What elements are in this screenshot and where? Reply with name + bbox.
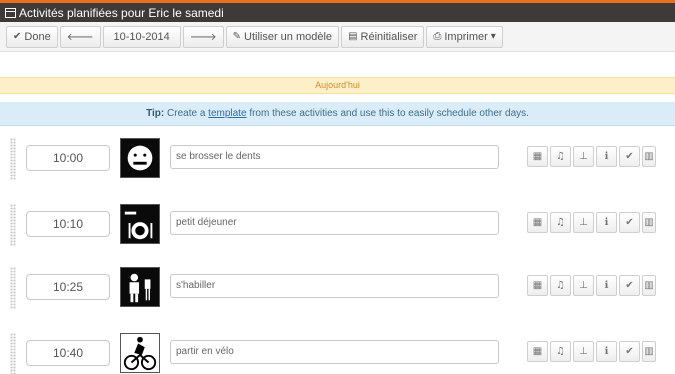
toolbar: ✔ Done 🡐 10-10-2014 🡒 ✎ Utiliser un modè… (0, 22, 675, 52)
reset-icon: ▤ (348, 31, 358, 42)
template-link[interactable]: template (208, 108, 246, 119)
drag-handle[interactable] (10, 333, 16, 374)
sitemap-icon[interactable]: ⊥ (573, 275, 594, 296)
bell-icon[interactable]: ♫ (550, 341, 571, 362)
bell-icon[interactable]: ♫ (550, 275, 571, 296)
check-icon[interactable]: ✔ (619, 275, 640, 296)
activity-input[interactable]: petit déjeuner (170, 211, 499, 235)
check-icon[interactable]: ✔ (619, 146, 640, 167)
bell-icon[interactable]: ♫ (550, 146, 571, 167)
time-field[interactable]: 10:10 (26, 211, 110, 237)
today-banner: Aujourd'hui (0, 77, 675, 94)
reset-label: Réinitialiser (360, 30, 418, 43)
row-actions: ▦ ♫ ⊥ ℹ ✔ ▥ (527, 212, 656, 233)
tip-text-after: from these activities and use this to ea… (249, 108, 529, 119)
time-field[interactable]: 10:25 (26, 274, 110, 300)
activity-row: 10:00 se brosser le dents ▦ ♫ ⊥ ℹ ✔ ▥ (0, 135, 675, 185)
tip-text-before: Create a (167, 108, 206, 119)
window-titlebar: Activités planifiées pour Eric le samedi (0, 3, 675, 22)
activity-input[interactable]: se brosser le dents (170, 145, 499, 169)
date-value: 10-10-2014 (113, 30, 170, 43)
arrow-right-icon: 🡒 (189, 31, 217, 43)
drag-handle[interactable] (10, 267, 16, 309)
tip-heading: Tip: (146, 108, 165, 119)
activity-row: 10:25 s'habiller ▦ ♫ ⊥ ℹ ✔ ▥ (0, 264, 675, 314)
trash-icon[interactable]: ▥ (642, 146, 656, 167)
trash-icon[interactable]: ▥ (642, 275, 656, 296)
row-actions: ▦ ♫ ⊥ ℹ ✔ ▥ (527, 275, 656, 296)
window-title: Activités planifiées pour Eric le samedi (19, 5, 224, 20)
row-actions: ▦ ♫ ⊥ ℹ ✔ ▥ (527, 341, 656, 362)
activity-row: 10:10 petit déjeuner ▦ ♫ ⊥ ℹ ✔ ▥ (0, 201, 675, 251)
calendar-icon[interactable]: ▦ (527, 275, 548, 296)
dressing-icon[interactable] (120, 267, 160, 307)
magic-wand-icon: ✎ (232, 31, 242, 42)
sitemap-icon[interactable]: ⊥ (573, 341, 594, 362)
info-icon[interactable]: ℹ (596, 275, 617, 296)
print-button[interactable]: ⎙ Imprimer ▾ (426, 25, 503, 48)
trash-icon[interactable]: ▥ (642, 212, 656, 233)
print-label: Imprimer (444, 30, 488, 43)
check-icon[interactable]: ✔ (619, 212, 640, 233)
info-icon[interactable]: ℹ (596, 341, 617, 362)
breakfast-icon[interactable] (120, 204, 160, 244)
calendar-icon[interactable]: ▦ (527, 146, 548, 167)
activity-input[interactable]: s'habiller (170, 274, 499, 298)
arrow-left-icon: 🡐 (66, 31, 94, 43)
time-field[interactable]: 10:40 (26, 340, 110, 366)
sitemap-icon[interactable]: ⊥ (573, 146, 594, 167)
time-field[interactable]: 10:00 (26, 145, 110, 171)
done-button[interactable]: ✔ Done (6, 25, 58, 48)
activity-row: 10:40 partir en vélo ▦ ♫ ⊥ ℹ ✔ ▥ (0, 330, 675, 374)
drag-handle[interactable] (10, 138, 16, 180)
row-actions: ▦ ♫ ⊥ ℹ ✔ ▥ (527, 146, 656, 167)
sitemap-icon[interactable]: ⊥ (573, 212, 594, 233)
calendar-icon[interactable]: ▦ (527, 341, 548, 362)
caret-down-icon: ▾ (490, 31, 496, 42)
bell-icon[interactable]: ♫ (550, 212, 571, 233)
calendar-icon[interactable]: ▦ (527, 212, 548, 233)
check-icon: ✔ (13, 31, 22, 42)
next-day-button[interactable]: 🡒 (182, 25, 224, 48)
bicycle-icon[interactable] (120, 333, 160, 373)
use-template-label: Utiliser un modèle (244, 30, 333, 43)
reset-button[interactable]: ▤ Réinitialiser (341, 25, 425, 48)
brushing-teeth-icon[interactable] (120, 138, 160, 178)
tip-banner: Tip: Create a template from these activi… (0, 102, 675, 126)
info-icon[interactable]: ℹ (596, 146, 617, 167)
use-template-button[interactable]: ✎ Utiliser un modèle (225, 25, 340, 48)
print-icon: ⎙ (433, 31, 442, 42)
info-icon[interactable]: ℹ (596, 212, 617, 233)
trash-icon[interactable]: ▥ (642, 341, 656, 362)
check-icon[interactable]: ✔ (619, 341, 640, 362)
date-field[interactable]: 10-10-2014 (102, 25, 181, 48)
done-label: Done (24, 30, 51, 43)
previous-day-button[interactable]: 🡐 (59, 25, 101, 48)
calendar-icon (5, 7, 16, 18)
drag-handle[interactable] (10, 204, 16, 246)
activity-input[interactable]: partir en vélo (170, 340, 499, 364)
